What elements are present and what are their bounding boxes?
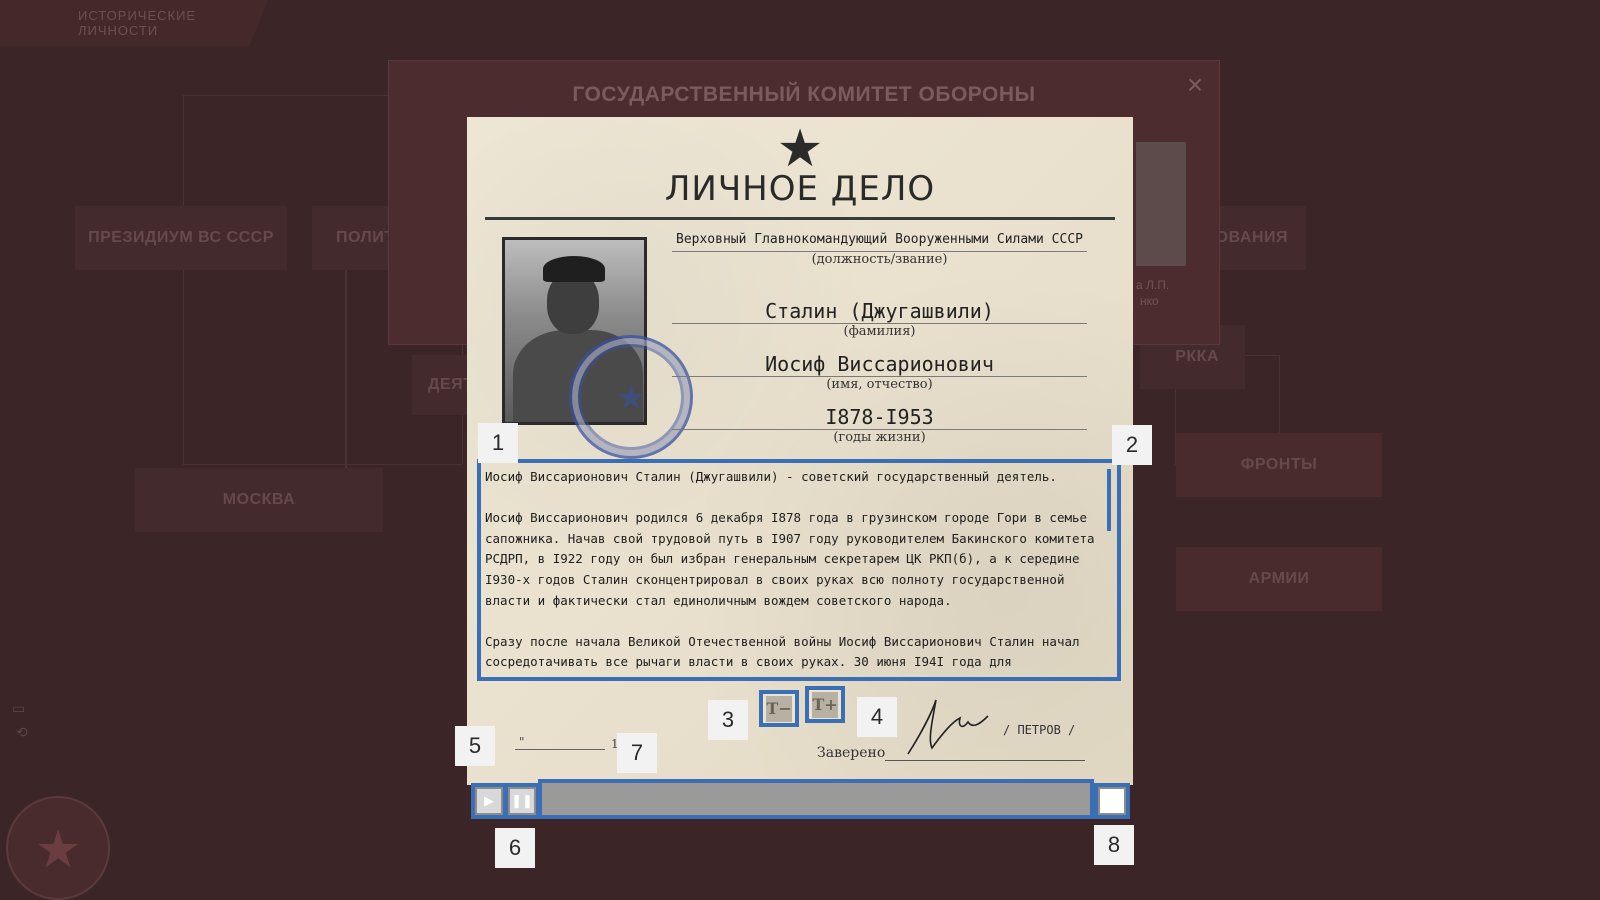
years-value: I878-I953 <box>672 406 1087 430</box>
bio-paragraph: Иосиф Виссарионович родился 6 декабря I8… <box>485 510 1095 608</box>
portrait-caption: а Л.П. <box>1136 278 1170 292</box>
surname-label: (фамилия) <box>843 324 916 339</box>
callout-2: 2 <box>1112 425 1152 465</box>
tree-connector <box>345 270 347 470</box>
signer-name: / ПЕТРОВ / <box>1003 723 1076 737</box>
personal-file-document: ★ ЛИЧНОЕ ДЕЛО Верховный Главнокомандующи… <box>467 117 1133 785</box>
node-armies[interactable]: АРМИИ <box>1176 547 1382 611</box>
text-decrease-icon: T− <box>766 695 792 722</box>
callout-4: 4 <box>857 697 897 737</box>
stop-icon <box>1100 789 1124 813</box>
portrait-caption: нко <box>1140 294 1159 308</box>
audio-progress-bar[interactable] <box>538 779 1094 819</box>
surname-value: Сталин (Джугашвили) <box>672 300 1087 324</box>
position-label: (должность/звание) <box>811 252 948 267</box>
stop-button[interactable] <box>1094 783 1130 819</box>
play-button[interactable]: ▶ <box>471 783 507 819</box>
signature-line <box>885 760 1085 761</box>
portrait-thumbnail <box>1136 142 1186 266</box>
bio-paragraph: Иосиф Виссарионович Сталин (Джугашвили) … <box>485 469 1057 484</box>
node-fronts[interactable]: ФРОНТЫ <box>1176 433 1382 497</box>
node-presidium[interactable]: ПРЕЗИДИУМ ВС СССР <box>75 206 287 270</box>
bio-scrollbar[interactable] <box>1107 469 1111 531</box>
play-icon: ▶ <box>477 789 501 813</box>
star-hammer-sickle-icon: ★ <box>776 119 824 179</box>
position-value: Верховный Главнокомандующий Вооруженными… <box>672 230 1087 252</box>
certified-label: Заверено <box>817 745 886 761</box>
text-decrease-button[interactable]: T− <box>759 690 799 727</box>
node-deyat[interactable]: ДЕЯТ <box>412 355 473 415</box>
bio-paragraph: Сразу после начала Великой Отечественной… <box>485 633 1087 677</box>
text-increase-icon: T+ <box>812 691 838 718</box>
node-moscow[interactable]: МОСКВА <box>135 468 383 532</box>
name-value: Иосиф Виссарионович <box>672 353 1087 377</box>
surname-field: Сталин (Джугашвили) (фамилия) <box>672 300 1087 339</box>
pause-button[interactable]: ❚❚ <box>504 783 540 819</box>
callout-5: 5 <box>455 726 495 766</box>
callout-7: 7 <box>617 733 657 773</box>
years-field: I878-I953 (годы жизни) <box>672 406 1087 445</box>
pause-icon: ❚❚ <box>510 789 534 813</box>
years-label: (годы жизни) <box>833 430 926 445</box>
signature <box>907 699 989 755</box>
text-increase-button[interactable]: T+ <box>805 686 845 723</box>
callout-1: 1 <box>478 423 518 463</box>
refresh-icon[interactable]: ⟲ <box>16 724 28 741</box>
callout-3: 3 <box>708 700 748 740</box>
title-divider <box>485 217 1115 220</box>
tab-historical-figures[interactable]: ИСТОРИЧЕСКИЕ ЛИЧНОСТИ <box>0 0 268 46</box>
name-label: (имя, отчество) <box>826 377 933 392</box>
date-field: " 19 <box>495 735 635 755</box>
date-quote: " <box>519 735 525 749</box>
callout-8: 8 <box>1094 825 1134 865</box>
callout-6: 6 <box>495 828 535 868</box>
emblem-icon <box>6 796 110 900</box>
document-title: ЛИЧНОЕ ДЕЛО <box>664 169 936 209</box>
biography-text-area[interactable]: Иосиф Виссарионович Сталин (Джугашвили) … <box>477 459 1121 681</box>
close-icon[interactable]: × <box>1181 71 1209 99</box>
name-field: Иосиф Виссарионович (имя, отчество) <box>672 353 1087 392</box>
modal-title: ГОСУДАРСТВЕННЫЙ КОМИТЕТ ОБОРОНЫ <box>572 83 1036 106</box>
grid-icon[interactable]: ▭ <box>12 700 25 717</box>
position-field: Верховный Главнокомандующий Вооруженными… <box>672 230 1087 267</box>
